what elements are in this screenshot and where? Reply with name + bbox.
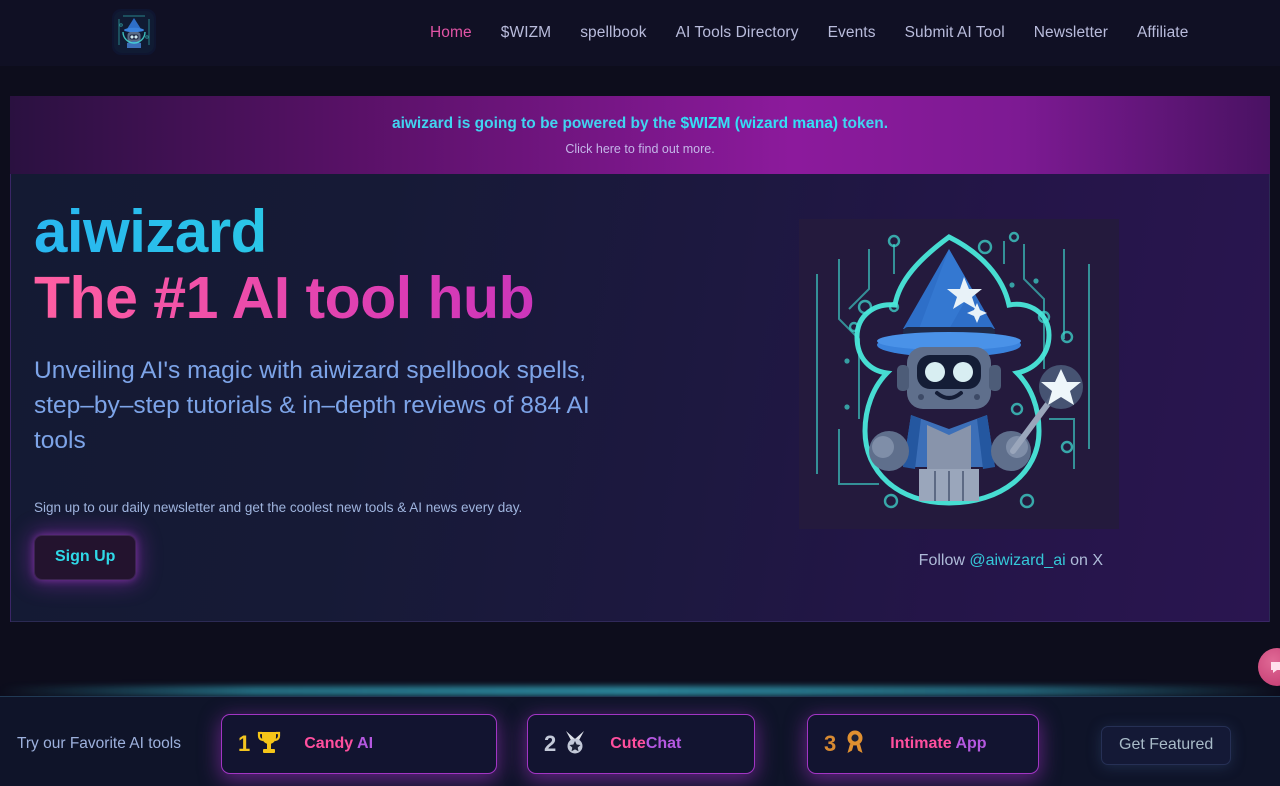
hero-description: Unveiling AI's magic with aiwizard spell… (34, 354, 634, 458)
nav-item-spellbook[interactable]: spellbook (580, 24, 646, 42)
announcement-banner[interactable]: aiwizard is going to be powered by the $… (10, 96, 1270, 174)
tool-rank: 3 (824, 731, 836, 757)
favorite-tools-label: Try our Favorite AI tools (17, 735, 181, 753)
wizard-robot-logo-icon (114, 11, 154, 53)
nav-item-newsletter[interactable]: Newsletter (1034, 24, 1108, 42)
nav-item-events[interactable]: Events (828, 24, 876, 42)
announcement-cta-link[interactable]: Click here to find out more. (565, 142, 714, 156)
tool-name-part-a: Candy (304, 735, 353, 752)
x-handle-link[interactable]: @aiwizard_ai (969, 552, 1065, 569)
tool-rank: 2 (544, 731, 556, 757)
tool-name: CuteChat (610, 735, 681, 753)
newsletter-prompt: Sign up to our daily newsletter and get … (34, 500, 694, 515)
tool-name: Intimate App (890, 735, 986, 753)
favorite-tool-card[interactable]: 3 Intimate App (807, 714, 1039, 774)
main-navigation: Home $WIZM spellbook AI Tools Directory … (430, 0, 1188, 66)
announcement-text: aiwizard is going to be powered by the $… (392, 115, 888, 133)
tool-name-part-b: Chat (646, 735, 682, 752)
tool-rank: 1 (238, 731, 250, 757)
announcement-highlight: $WIZM (wizard mana) (680, 115, 838, 132)
nav-item-submit-ai-tool[interactable]: Submit AI Tool (905, 24, 1005, 42)
announcement-text-before: aiwizard is going to be powered by the (392, 115, 681, 132)
follow-suffix: on X (1066, 552, 1103, 569)
trophy-icon (256, 729, 282, 759)
favorite-tool-card[interactable]: 2 CuteChat (527, 714, 755, 774)
nav-item-wizm[interactable]: $WIZM (501, 24, 551, 42)
announcement-text-after: token. (838, 115, 888, 132)
tool-name-part-b: App (955, 735, 986, 752)
floating-chat-button[interactable] (1258, 648, 1280, 686)
hero-tagline: The #1 AI tool hub (34, 268, 694, 330)
nav-item-ai-tools-directory[interactable]: AI Tools Directory (676, 24, 799, 42)
hero-illustration (799, 219, 1119, 529)
hero-content: aiwizard The #1 AI tool hub Unveiling AI… (34, 202, 694, 580)
site-header: Home $WIZM spellbook AI Tools Directory … (0, 0, 1280, 66)
tool-name: Candy AI (304, 735, 373, 753)
tool-name-part-a: Cute (610, 735, 646, 752)
tool-name-part-a: Intimate (890, 735, 951, 752)
tool-name-part-b: AI (357, 735, 373, 752)
hero-brand-title: aiwizard (34, 202, 694, 262)
silver-medal-icon (562, 729, 588, 759)
nav-item-affiliate[interactable]: Affiliate (1137, 24, 1188, 42)
wizard-robot-illustration-icon (799, 219, 1119, 529)
follow-prefix: Follow (919, 552, 970, 569)
chat-icon (1269, 659, 1280, 675)
favorite-tool-card[interactable]: 1 Candy AI (221, 714, 497, 774)
nav-item-home[interactable]: Home (430, 24, 472, 42)
site-logo[interactable] (112, 9, 156, 55)
follow-on-x-text: Follow @aiwizard_ai on X (919, 552, 1103, 570)
bottom-bar-glow (0, 686, 1280, 696)
hero-section: aiwizard The #1 AI tool hub Unveiling AI… (10, 174, 1270, 622)
bronze-rosette-icon (842, 729, 868, 759)
sign-up-button[interactable]: Sign Up (34, 535, 136, 580)
get-featured-button[interactable]: Get Featured (1101, 726, 1231, 765)
